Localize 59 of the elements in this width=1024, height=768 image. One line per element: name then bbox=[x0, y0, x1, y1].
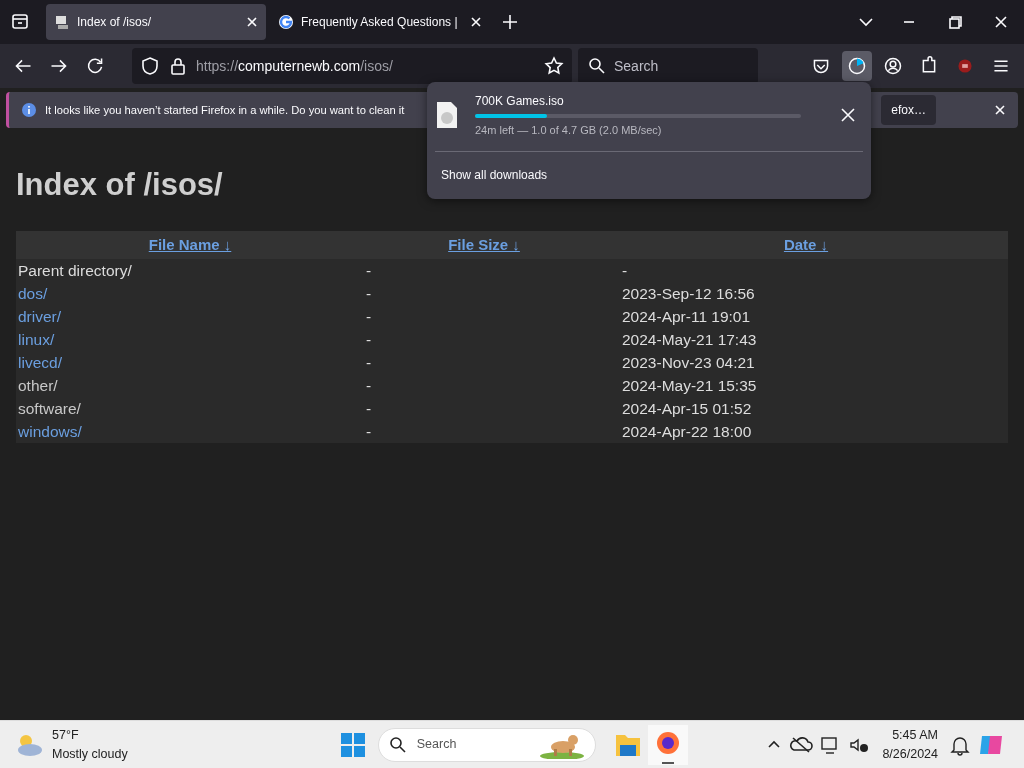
windows-icon[interactable] bbox=[339, 731, 366, 758]
lock-icon bbox=[168, 56, 188, 76]
table-cell: 2024-Apr-15 01:52 bbox=[622, 400, 752, 417]
info-icon bbox=[21, 102, 37, 118]
close-icon[interactable] bbox=[470, 16, 482, 28]
table-cell: - bbox=[366, 354, 372, 371]
refresh-button[interactable]: efox… bbox=[881, 95, 936, 125]
downloads-icon[interactable] bbox=[842, 51, 872, 81]
table-cell: - bbox=[622, 262, 628, 279]
column-header[interactable]: Date ↓ bbox=[604, 230, 1008, 259]
close-icon[interactable] bbox=[994, 104, 1006, 116]
temperature-text: 57°F bbox=[52, 726, 80, 744]
table-cell: - bbox=[366, 308, 372, 325]
file-link[interactable]: driver/ bbox=[18, 308, 62, 325]
table-cell: - bbox=[366, 331, 372, 348]
table-cell: 2023-Nov-23 04:21 bbox=[622, 354, 755, 371]
browser-tab[interactable]: Frequently Asked Questions | bbox=[270, 4, 490, 40]
file-name: 700K Games.iso bbox=[475, 93, 565, 110]
download-status: 24m left — 1.0 of 4.7 GB (2.0 MB/sec) bbox=[475, 123, 663, 138]
table-cell: 2024-Apr-22 18:00 bbox=[622, 423, 752, 440]
shield-icon bbox=[140, 56, 160, 76]
table-cell: Parent directory/ bbox=[18, 262, 132, 279]
notification-message: It looks like you haven’t started Firefox in a while. Do you want to clean it bbox=[45, 102, 405, 118]
g-logo-icon bbox=[278, 14, 294, 30]
url-text: https://computernewb.com/isos/ bbox=[196, 56, 394, 76]
table-cell: - bbox=[366, 377, 372, 394]
file-link[interactable]: linux/ bbox=[18, 331, 55, 348]
file-link[interactable]: windows/ bbox=[18, 423, 82, 440]
clock-date: 8/26/2024 bbox=[882, 745, 938, 763]
table-cell: - bbox=[366, 262, 372, 279]
file-link[interactable]: livecd/ bbox=[18, 354, 62, 371]
column-header[interactable]: File Name ↓ bbox=[16, 230, 364, 259]
file-link[interactable]: other/ bbox=[18, 377, 58, 394]
computer-icon bbox=[54, 14, 70, 30]
show-all-link[interactable]: Show all downloads bbox=[435, 165, 548, 184]
search-field[interactable]: Search bbox=[578, 48, 758, 84]
search-icon bbox=[388, 735, 407, 754]
star-icon[interactable] bbox=[544, 56, 564, 76]
taskbar-search-field[interactable]: Search bbox=[377, 727, 596, 762]
download-item[interactable]: 700K Games.iso 24m left — 1.0 of 4.7 GB (2.0 MB/sec) bbox=[435, 92, 863, 139]
table-cell: 2023-Sep-12 16:56 bbox=[622, 285, 755, 302]
clock-time: 5:45 AM bbox=[891, 726, 938, 744]
file-link[interactable]: dos/ bbox=[18, 285, 48, 302]
table-cell: 2024-May-21 15:35 bbox=[622, 377, 757, 394]
table-cell: - bbox=[366, 400, 372, 417]
table-cell: 2024-Apr-11 19:01 bbox=[622, 308, 751, 325]
table-cell: - bbox=[366, 285, 372, 302]
close-icon[interactable] bbox=[246, 16, 258, 28]
table-cell: - bbox=[366, 423, 372, 440]
weather-text: Mostly cloudy bbox=[52, 745, 128, 763]
firefox-icon[interactable] bbox=[647, 724, 688, 765]
column-header[interactable]: File Size ↓ bbox=[364, 230, 604, 259]
search-icon bbox=[588, 57, 606, 75]
address-bar[interactable]: https://computernewb.com/isos/ bbox=[132, 48, 572, 84]
file-link[interactable]: software/ bbox=[18, 400, 81, 417]
browser-tab[interactable]: Index of /isos/ bbox=[46, 4, 266, 40]
page-heading: Index of /isos/ bbox=[16, 166, 223, 204]
table-cell: 2024-May-21 17:43 bbox=[622, 331, 757, 348]
file-icon bbox=[435, 100, 459, 131]
